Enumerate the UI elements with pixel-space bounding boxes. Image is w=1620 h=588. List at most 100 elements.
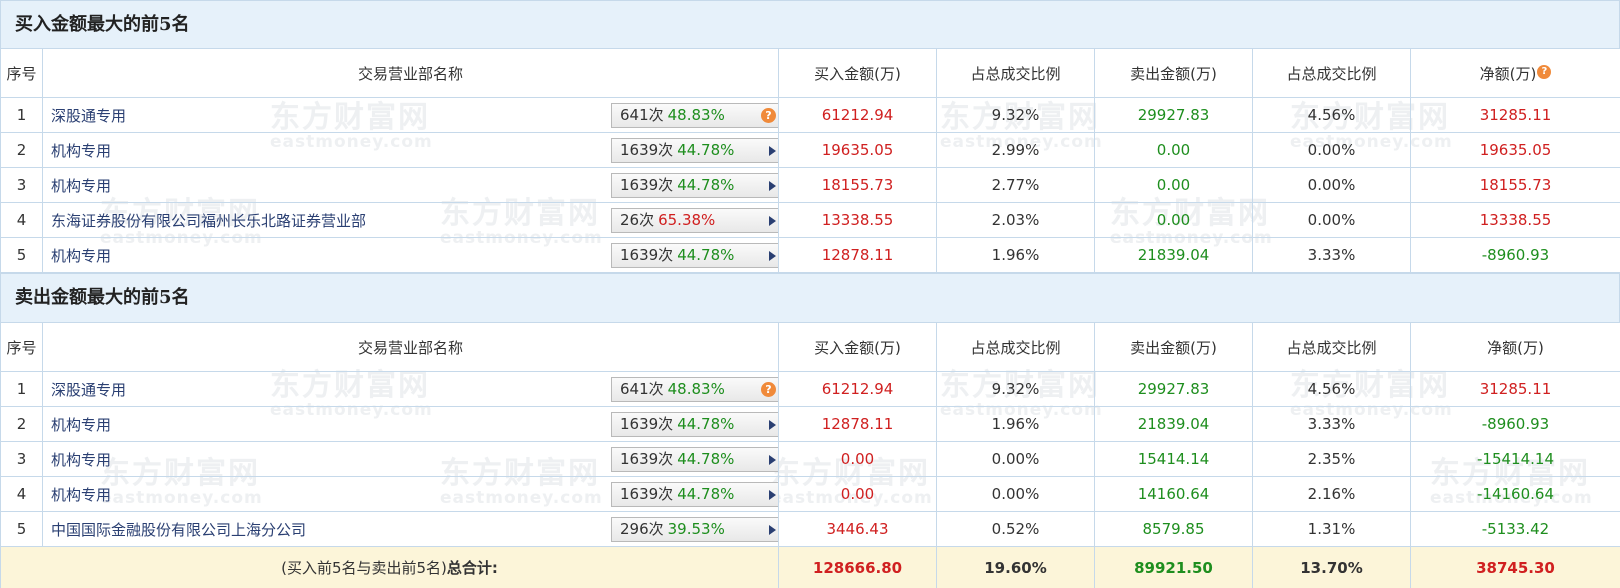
branch-name-link[interactable]: 机构专用: [51, 247, 111, 265]
net-amount: 18155.73: [1410, 167, 1620, 203]
arrow-right-icon[interactable]: [769, 455, 776, 465]
appearance-count: 1639次: [620, 450, 674, 468]
branch-cell: 机构专用 1639次 44.78%: [42, 237, 779, 273]
arrow-right-icon[interactable]: [769, 216, 776, 226]
buy-ratio: 0.00%: [936, 441, 1095, 477]
sell-ratio: 1.31%: [1252, 511, 1411, 547]
net-amount: 19635.05: [1410, 132, 1620, 168]
branch-name-link[interactable]: 机构专用: [51, 486, 111, 504]
question-icon[interactable]: ?: [1537, 64, 1552, 79]
net-amount: -14160.64: [1410, 476, 1620, 512]
total-buy: 128666.80: [778, 546, 937, 588]
branch-cell: 机构专用 1639次 44.78%: [42, 406, 779, 442]
table-row: 5 中国国际金融股份有限公司上海分公司 296次 39.53% 3446.43 0.52%…: [0, 511, 1620, 547]
buy-amount: 19635.05: [778, 132, 937, 168]
sell-table: 序号 交易营业部名称 买入金额(万) 占总成交比例 卖出金额(万) 占总成交比例…: [0, 322, 1620, 588]
branch-stat-box[interactable]: 1639次 44.78%: [611, 482, 778, 507]
win-rate: 44.78%: [677, 246, 735, 264]
branch-name-link[interactable]: 中国国际金融股份有限公司上海分公司: [51, 521, 306, 539]
sell-amount: 29927.83: [1094, 371, 1253, 407]
row-index: 2: [0, 406, 43, 442]
total-sell: 89921.50: [1094, 546, 1253, 588]
net-amount: 31285.11: [1410, 97, 1620, 133]
buy-amount: 13338.55: [778, 202, 937, 238]
branch-stat-box[interactable]: 296次 39.53%: [611, 517, 778, 542]
buy-table: 序号 交易营业部名称 买入金额(万) 占总成交比例 卖出金额(万) 占总成交比例…: [0, 48, 1620, 273]
sell-amount: 0.00: [1094, 132, 1253, 168]
branch-stat-box[interactable]: 641次 48.83%?: [611, 377, 778, 402]
buy-amount: 61212.94: [778, 371, 937, 407]
branch-name-link[interactable]: 东海证券股份有限公司福州长乐北路证券营业部: [51, 212, 366, 230]
buy-section-title: 买入金额最大的前5名: [0, 0, 1620, 48]
arrow-right-icon[interactable]: [769, 251, 776, 261]
col-buy-amount: 买入金额(万): [778, 322, 937, 372]
buy-amount: 12878.11: [778, 406, 937, 442]
row-index: 3: [0, 441, 43, 477]
table-row: 2 机构专用 1639次 44.78% 19635.05 2.99% 0.00 0.00% 19…: [0, 132, 1620, 168]
branch-stat-box[interactable]: 1639次 44.78%: [611, 138, 778, 163]
branch-stat-box[interactable]: 1639次 44.78%: [611, 243, 778, 268]
win-rate: 44.78%: [677, 485, 735, 503]
total-row: (买入前5名与卖出前5名)总合计: 128666.80 19.60% 89921…: [0, 546, 1620, 588]
sell-ratio: 3.33%: [1252, 406, 1411, 442]
row-index: 5: [0, 237, 43, 273]
sell-amount: 0.00: [1094, 202, 1253, 238]
col-sell-ratio: 占总成交比例: [1252, 48, 1411, 98]
branch-cell: 深股通专用 641次 48.83%?: [42, 371, 779, 407]
appearance-count: 1639次: [620, 141, 674, 159]
branch-cell: 机构专用 1639次 44.78%: [42, 476, 779, 512]
arrow-right-icon[interactable]: [769, 420, 776, 430]
col-sell-amount: 卖出金额(万): [1094, 322, 1253, 372]
appearance-count: 1639次: [620, 246, 674, 264]
win-rate: 44.78%: [677, 415, 735, 433]
total-buy-ratio: 19.60%: [936, 546, 1095, 588]
win-rate: 44.78%: [677, 450, 735, 468]
row-index: 1: [0, 371, 43, 407]
win-rate: 44.78%: [677, 176, 735, 194]
col-net-label: 净额(万): [1479, 64, 1537, 83]
buy-amount: 18155.73: [778, 167, 937, 203]
sell-ratio: 4.56%: [1252, 97, 1411, 133]
table-row: 3 机构专用 1639次 44.78% 18155.73 2.77% 0.00 0.00% 18…: [0, 167, 1620, 203]
branch-cell: 东海证券股份有限公司福州长乐北路证券营业部 26次 65.38%: [42, 202, 779, 238]
buy-table-header: 序号 交易营业部名称 买入金额(万) 占总成交比例 卖出金额(万) 占总成交比例…: [0, 48, 1620, 98]
branch-stat-box[interactable]: 1639次 44.78%: [611, 412, 778, 437]
table-row: 5 机构专用 1639次 44.78% 12878.11 1.96% 21839.04 3.3…: [0, 237, 1620, 273]
net-amount: -15414.14: [1410, 441, 1620, 477]
appearance-count: 296次: [620, 520, 664, 538]
buy-ratio: 0.00%: [936, 476, 1095, 512]
arrow-right-icon[interactable]: [769, 525, 776, 535]
branch-stat-box[interactable]: 1639次 44.78%: [611, 447, 778, 472]
total-label: (买入前5名与卖出前5名)总合计:: [0, 546, 779, 588]
branch-name-link[interactable]: 机构专用: [51, 142, 111, 160]
branch-name-link[interactable]: 深股通专用: [51, 107, 126, 125]
win-rate: 44.78%: [677, 141, 735, 159]
arrow-right-icon[interactable]: [769, 181, 776, 191]
win-rate: 48.83%: [667, 380, 725, 398]
sell-table-header: 序号 交易营业部名称 买入金额(万) 占总成交比例 卖出金额(万) 占总成交比例…: [0, 322, 1620, 372]
arrow-right-icon[interactable]: [769, 490, 776, 500]
branch-name-link[interactable]: 机构专用: [51, 177, 111, 195]
appearance-count: 641次: [620, 106, 664, 124]
buy-amount: 0.00: [778, 476, 937, 512]
branch-name-link[interactable]: 机构专用: [51, 451, 111, 469]
buy-ratio: 2.77%: [936, 167, 1095, 203]
question-icon[interactable]: ?: [761, 382, 776, 397]
question-icon[interactable]: ?: [761, 108, 776, 123]
col-branch-name: 交易营业部名称: [42, 322, 779, 372]
branch-name-link[interactable]: 机构专用: [51, 416, 111, 434]
col-buy-amount: 买入金额(万): [778, 48, 937, 98]
sell-section-title: 卖出金额最大的前5名: [0, 273, 1620, 322]
arrow-right-icon[interactable]: [769, 146, 776, 156]
col-buy-ratio: 占总成交比例: [936, 48, 1095, 98]
branch-stat-box[interactable]: 1639次 44.78%: [611, 173, 778, 198]
sell-amount: 21839.04: [1094, 406, 1253, 442]
sell-amount: 0.00: [1094, 167, 1253, 203]
branch-stat-box[interactable]: 26次 65.38%: [611, 208, 778, 233]
branch-stat-box[interactable]: 641次 48.83%?: [611, 103, 778, 128]
sell-table-body: 1 深股通专用 641次 48.83%? 61212.94 9.32% 29927.83 4.…: [0, 371, 1620, 547]
win-rate: 65.38%: [658, 211, 716, 229]
col-sell-amount: 卖出金额(万): [1094, 48, 1253, 98]
net-amount: 31285.11: [1410, 371, 1620, 407]
branch-name-link[interactable]: 深股通专用: [51, 381, 126, 399]
